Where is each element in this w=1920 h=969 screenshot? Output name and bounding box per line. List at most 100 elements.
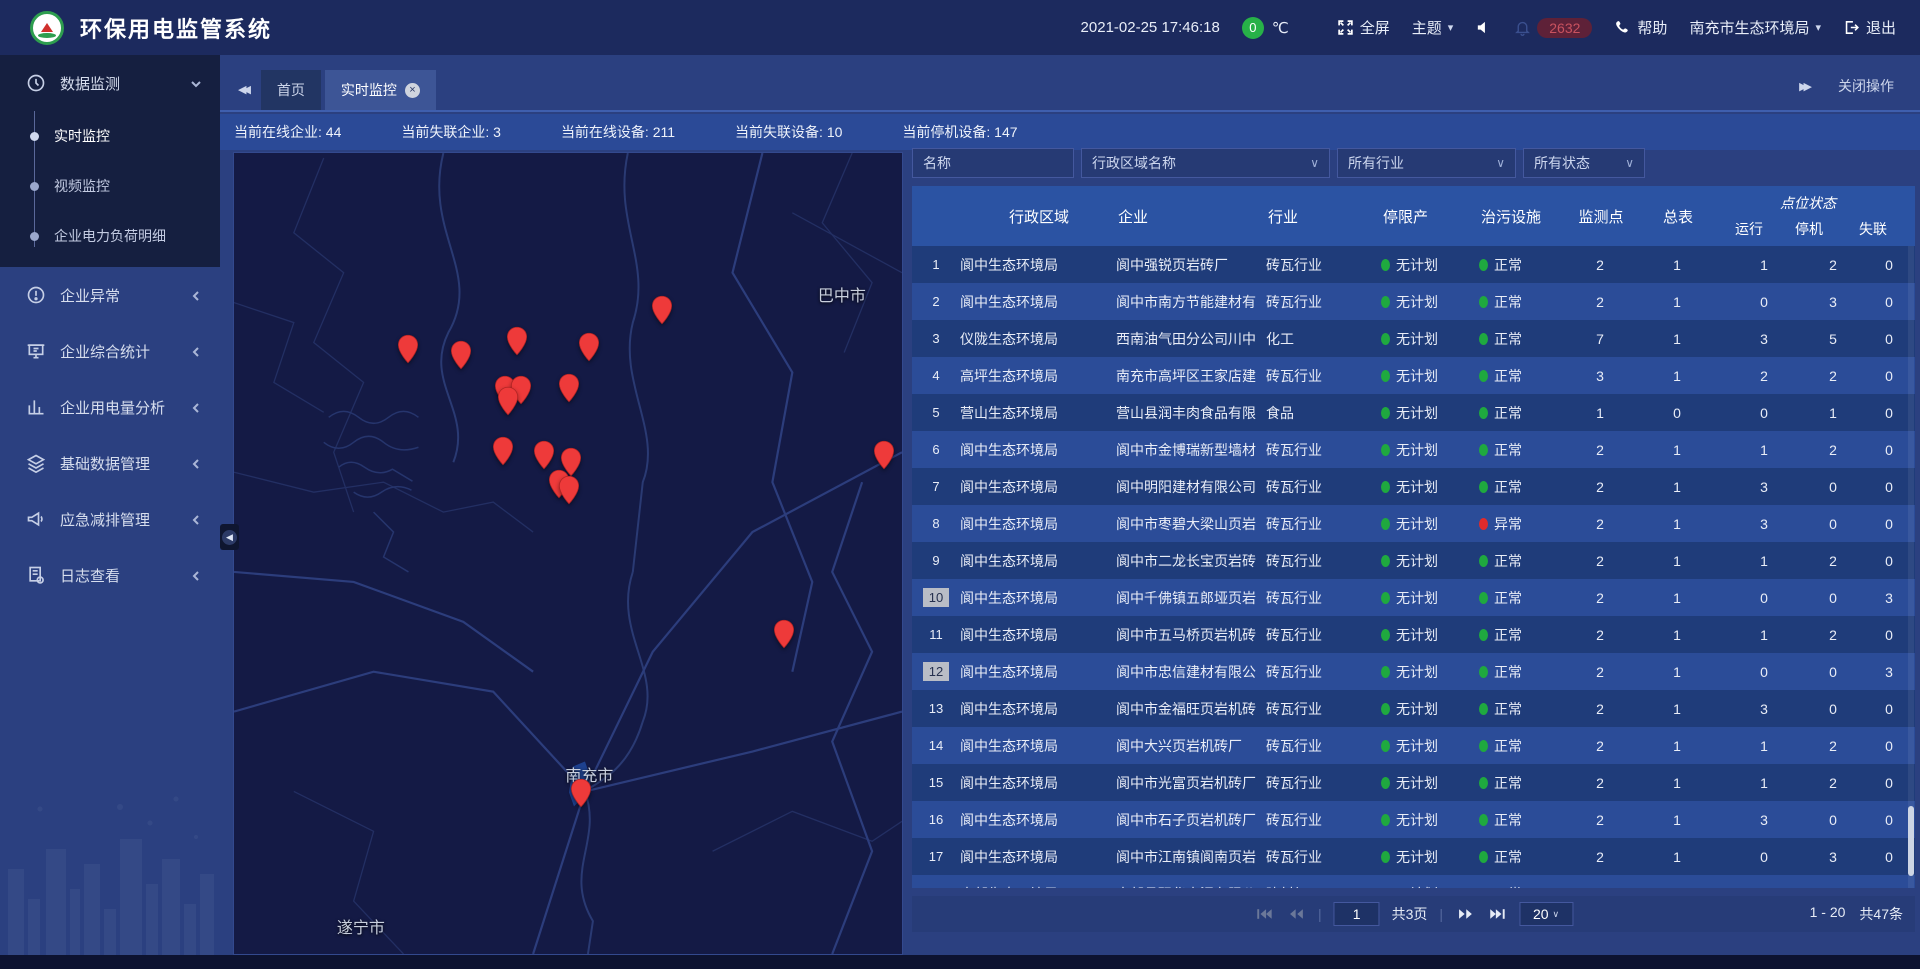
app-logo-icon [30,11,64,45]
status-dot-icon [1381,592,1390,604]
table-row[interactable]: 1阆中生态环境局阆中强锐页岩砖厂砖瓦行业无计划正常21120 [912,246,1915,283]
cell-points: 2 [1567,257,1633,273]
cell-region: 阆中生态环境局 [960,588,1116,608]
help-button[interactable]: 帮助 [1614,17,1667,38]
map-pin-icon[interactable] [533,440,555,470]
table-row[interactable]: 8阆中生态环境局阆中市枣碧大梁山页岩砖瓦行业无计划异常21300 [912,505,1915,542]
cell-meters: 1 [1633,516,1721,532]
table-row[interactable]: 17阆中生态环境局阆中市江南镇阆南页岩砖瓦行业无计划正常21030 [912,838,1915,875]
tab-realtime-monitor[interactable]: 实时监控 × [325,70,436,110]
theme-dropdown[interactable]: 主题▾ [1412,17,1454,38]
table-row[interactable]: 15阆中生态环境局阆中市光富页岩机砖厂砖瓦行业无计划正常21120 [912,764,1915,801]
table-scrollbar-thumb[interactable] [1908,806,1914,876]
map-pin-icon[interactable] [773,619,795,649]
cell-offline: 0 [1859,516,1915,532]
cell-points: 2 [1567,775,1633,791]
cell-plan: 无计划 [1381,847,1479,867]
map-panel[interactable]: 巴中市南充市遂宁市 [233,152,903,955]
page-size-select[interactable]: 20∨ [1519,902,1573,926]
status-filter-select[interactable]: 所有状态∨ [1523,148,1645,178]
map-pin-icon[interactable] [397,334,419,364]
megaphone-icon [26,509,46,529]
sidebar-item-megaphone[interactable]: 应急减排管理 [0,491,220,547]
map-pin-icon[interactable] [578,332,600,362]
cell-offline: 3 [1859,664,1915,680]
table-row[interactable]: 12阆中生态环境局阆中市忠信建材有限公砖瓦行业无计划正常21003 [912,653,1915,690]
region-filter-select[interactable]: 行政区域名称∨ [1081,148,1330,178]
cell-offline: 0 [1859,886,1915,889]
cell-company: 西南油气田分公司川中 [1116,329,1266,349]
table-scrollbar[interactable] [1908,246,1914,888]
notifications[interactable]: 2632 [1514,18,1592,38]
cell-points: 2 [1567,664,1633,680]
cell-facility-status: 正常 [1479,699,1567,719]
map-pin-icon[interactable] [570,778,592,808]
name-filter-input[interactable]: 名称 [912,148,1074,178]
next-page-button[interactable] [1455,906,1475,922]
cell-region: 阆中生态环境局 [960,514,1116,534]
cell-industry: 砖瓦行业 [1266,588,1381,608]
status-dot-icon [1479,555,1488,567]
table-row[interactable]: 2阆中生态环境局阆中市南方节能建材有砖瓦行业无计划正常21030 [912,283,1915,320]
sidebar-item-log[interactable]: 日志查看 [0,547,220,603]
table-row[interactable]: 10阆中生态环境局阆中千佛镇五郎垭页岩砖瓦行业无计划正常21003 [912,579,1915,616]
close-operations-button[interactable]: 关闭操作 [1838,76,1894,96]
sidebar-item-gauge[interactable]: 数据监测 [0,55,220,111]
first-page-button[interactable] [1254,906,1274,922]
cell-region: 阆中生态环境局 [960,625,1116,645]
prev-page-button[interactable] [1286,906,1306,922]
pagination-bar: | 1 共3页 | 20∨ 1 - 20 共47条 [912,896,1915,932]
table-row[interactable]: 18南部生态环境局南部县砚华水泥有限公建材加工无计划正常60060 [912,875,1915,888]
sidebar-item-board[interactable]: 企业综合统计 [0,323,220,379]
cell-facility-status: 正常 [1479,588,1567,608]
cell-meters: 1 [1633,627,1721,643]
tab-scroll-left-icon[interactable]: ◀◀ [238,83,247,96]
table-row[interactable]: 6阆中生态环境局阆中市金博瑞新型墙材砖瓦行业无计划正常21120 [912,431,1915,468]
tab-home[interactable]: 首页 [261,70,321,110]
logout-button[interactable]: 退出 [1843,17,1896,38]
col-facility: 治污设施 [1479,206,1567,227]
sidebar-item-alert[interactable]: 企业异常 [0,267,220,323]
map-pin-icon[interactable] [506,326,528,356]
map-pin-icon[interactable] [873,440,895,470]
map-pin-icon[interactable] [558,373,580,403]
tab-close-icon[interactable]: × [405,83,420,98]
sidebar-collapse-handle[interactable]: ◀ [220,524,239,550]
cell-meters: 1 [1633,590,1721,606]
page-number-input[interactable]: 1 [1334,902,1380,926]
table-row[interactable]: 3仪陇生态环境局西南油气田分公司川中化工无计划正常71350 [912,320,1915,357]
last-page-button[interactable] [1487,906,1507,922]
cell-plan: 无计划 [1381,292,1479,312]
mute-button[interactable] [1475,19,1492,36]
map-pin-icon[interactable] [651,295,673,325]
sidebar-subitem[interactable]: 视频监控 [0,161,220,211]
map-pin-icon[interactable] [558,475,580,505]
industry-filter-select[interactable]: 所有行业∨ [1337,148,1516,178]
cell-industry: 砖瓦行业 [1266,366,1381,386]
cell-region: 阆中生态环境局 [960,255,1116,275]
table-row[interactable]: 5营山生态环境局营山县润丰肉食品有限食品无计划正常10010 [912,394,1915,431]
cell-points: 2 [1567,479,1633,495]
table-row[interactable]: 7阆中生态环境局阆中明阳建材有限公司砖瓦行业无计划正常21300 [912,468,1915,505]
fullscreen-button[interactable]: 全屏 [1337,17,1390,38]
sidebar-item-chart[interactable]: 企业用电量分析 [0,379,220,435]
table-row[interactable]: 4高坪生态环境局南充市高坪区王家店建砖瓦行业无计划正常31220 [912,357,1915,394]
table-row[interactable]: 14阆中生态环境局阆中大兴页岩机砖厂砖瓦行业无计划正常21120 [912,727,1915,764]
table-row[interactable]: 13阆中生态环境局阆中市金福旺页岩机砖砖瓦行业无计划正常21300 [912,690,1915,727]
map-pin-icon[interactable] [492,436,514,466]
org-dropdown[interactable]: 南充市生态环境局▾ [1689,17,1821,38]
sidebar-item-layers[interactable]: 基础数据管理 [0,435,220,491]
cell-run: 0 [1721,664,1807,680]
table-row[interactable]: 11阆中生态环境局阆中市五马桥页岩机砖砖瓦行业无计划正常21120 [912,616,1915,653]
table-row[interactable]: 9阆中生态环境局阆中市二龙长宝页岩砖砖瓦行业无计划正常21120 [912,542,1915,579]
cell-stop: 1 [1807,405,1859,421]
map-pin-icon[interactable] [450,340,472,370]
cell-plan: 无计划 [1381,440,1479,460]
chevron-left-icon [190,289,202,301]
cell-plan: 无计划 [1381,699,1479,719]
sidebar-subitem[interactable]: 实时监控 [0,111,220,161]
sidebar-subitem[interactable]: 企业电力负荷明细 [0,211,220,261]
table-row[interactable]: 16阆中生态环境局阆中市石子页岩机砖厂砖瓦行业无计划正常21300 [912,801,1915,838]
tab-scroll-right-icon[interactable]: ▶▶ [1799,80,1808,93]
map-pin-icon[interactable] [497,386,519,416]
